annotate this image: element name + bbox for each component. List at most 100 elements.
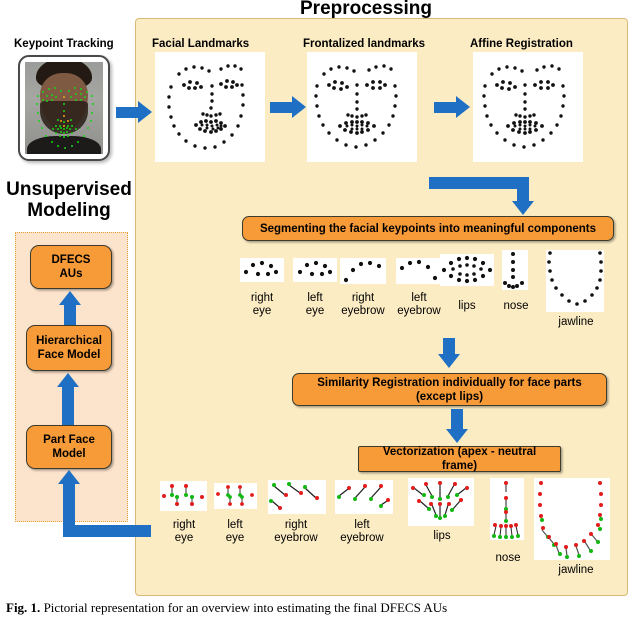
- face-keypoint-dot: [51, 128, 54, 131]
- preprocessing-title: Preprocessing: [300, 0, 432, 19]
- vector-lips-caption: lips: [433, 530, 451, 542]
- vector-left-eye-caption: left eye: [225, 519, 245, 544]
- vectorization-box[interactable]: Vectorization (apex - neutral frame): [358, 446, 561, 472]
- vector-left-eyebrow-caption: left eyebrow: [340, 519, 384, 544]
- face-keypoint-dot: [42, 98, 45, 101]
- part-face-model-box[interactable]: Part Face Model: [26, 425, 112, 469]
- segmented-nose-thumb: [502, 250, 528, 290]
- keypoint-tracking-image: [18, 55, 110, 161]
- face-keypoint-dot: [38, 119, 41, 122]
- face-keypoint-dot: [47, 87, 50, 90]
- vector-nose-caption: nose: [495, 552, 521, 564]
- face-keypoint-dot: [74, 86, 77, 89]
- segmenting-box[interactable]: Segmenting the facial keypoints into mea…: [242, 216, 614, 241]
- face-keypoint-dot: [71, 144, 74, 147]
- vector-nose-thumb: [490, 478, 524, 540]
- segmented-lips-caption: lips: [458, 300, 476, 312]
- face-keypoint-dot: [56, 119, 59, 122]
- arrow-vectorized-to-part-face: [52, 470, 152, 540]
- segmented-right-eyebrow-caption: right eyebrow: [341, 292, 385, 317]
- photo-torso: [26, 135, 102, 154]
- arrow-parts-to-similarity: [438, 338, 470, 370]
- face-keypoint-dot: [82, 134, 85, 137]
- face-photo: [25, 62, 103, 154]
- arrow-landmarks-to-frontalized: [270, 96, 306, 118]
- keypoint-tracking-title: Keypoint Tracking: [14, 38, 114, 50]
- segmenting-label: Segmenting the facial keypoints into mea…: [259, 222, 597, 235]
- face-keypoint-dot: [50, 98, 53, 101]
- face-keypoint-dot: [71, 131, 74, 134]
- arrow-hierarchical-to-dfecs: [59, 291, 90, 325]
- unsupervised-title-line1: Unsupervised: [6, 179, 132, 200]
- facial-landmarks-title: Facial Landmarks: [152, 38, 250, 50]
- dfecs-aus-label: DFECS AUs: [51, 254, 91, 280]
- face-keypoint-dot: [56, 144, 59, 147]
- face-keypoint-dot: [79, 98, 82, 101]
- similarity-label-line2: (except lips): [415, 390, 484, 403]
- frontalized-landmarks-plot: [307, 52, 417, 162]
- face-keypoint-dot: [63, 135, 66, 138]
- landmark-dots-affine: [482, 64, 566, 149]
- landmark-dots-tilted: [167, 64, 245, 150]
- face-keypoint-dot: [67, 134, 70, 137]
- vector-left-eye-thumb: [214, 483, 257, 509]
- vector-right-eyebrow-thumb: [268, 480, 326, 514]
- segmented-left-eyebrow-caption: left eyebrow: [397, 292, 441, 317]
- face-keypoint-dot: [67, 89, 70, 92]
- affine-registration-title: Affine Registration: [470, 38, 573, 50]
- segmented-right-eyebrow-thumb: [340, 258, 386, 284]
- segmented-left-eye-thumb: [293, 258, 337, 282]
- face-keypoint-dot: [60, 89, 63, 92]
- face-keypoint-dot: [86, 127, 89, 130]
- arrow-similarity-to-vectorization: [446, 409, 478, 445]
- face-keypoint-dot: [46, 99, 49, 102]
- face-keypoint-dot: [67, 124, 70, 127]
- face-keypoint-dot: [64, 146, 66, 149]
- landmark-dots-frontal: [314, 64, 398, 149]
- dfecs-aus-box[interactable]: DFECS AUs: [30, 245, 112, 289]
- arrow-photo-to-landmarks: [116, 101, 152, 123]
- face-keypoint-dot: [92, 103, 95, 106]
- vector-right-eye-thumb: [160, 481, 207, 511]
- face-keypoint-dot: [35, 103, 38, 106]
- figure-caption-text: Pictorial representation for an overview…: [43, 600, 448, 615]
- face-keypoint-dot: [63, 124, 66, 127]
- face-keypoint-dot: [91, 111, 94, 114]
- segmented-jawline-caption: jawline: [558, 316, 594, 328]
- arrow-part-to-hierarchical: [57, 373, 88, 427]
- face-keypoint-dot: [36, 95, 39, 98]
- hierarchical-face-model-box[interactable]: Hierarchical Face Model: [26, 325, 112, 371]
- segmented-right-eye-thumb: [240, 258, 284, 282]
- face-keypoint-dot: [74, 98, 77, 101]
- part-face-model-label: Part Face Model: [43, 434, 95, 460]
- facial-landmarks-plot: [155, 52, 265, 162]
- arrow-frontalized-to-affine: [434, 96, 470, 118]
- similarity-registration-box[interactable]: Similarity Registration individually for…: [292, 373, 607, 406]
- vector-right-eye-caption: right eye: [172, 519, 196, 544]
- face-keypoint-dot: [91, 95, 94, 98]
- face-keypoint-dot: [53, 86, 56, 89]
- similarity-label-line1: Similarity Registration individually for…: [317, 376, 582, 389]
- unsupervised-modeling-title: Unsupervised Modeling: [4, 179, 134, 221]
- face-keypoint-dot: [41, 127, 44, 130]
- vector-jawline-caption: jawline: [558, 564, 594, 576]
- frontalized-landmarks-title: Frontalized landmarks: [303, 38, 426, 50]
- figure-caption-label: Fig. 1.: [6, 600, 41, 615]
- segmented-lips-thumb: [440, 254, 494, 286]
- segmented-jawline-thumb: [546, 250, 604, 312]
- face-keypoint-dot: [36, 111, 39, 114]
- vector-left-eyebrow-thumb: [335, 480, 393, 514]
- face-keypoint-dot: [50, 94, 53, 97]
- vectorization-label: Vectorization (apex - neutral frame): [382, 446, 537, 472]
- vector-jawline-thumb: [534, 478, 610, 560]
- affine-registration-plot: [473, 52, 583, 162]
- figure-caption: Fig. 1. Pictorial representation for an …: [6, 600, 636, 616]
- unsupervised-title-line2: Modeling: [27, 200, 111, 221]
- arrow-affine-to-segmenting: [424, 177, 534, 217]
- face-keypoint-dot: [79, 93, 82, 96]
- face-keypoint-dot: [50, 141, 53, 144]
- segmented-nose-caption: nose: [503, 300, 529, 312]
- segmented-right-eye-caption: right eye: [250, 292, 274, 317]
- vector-right-eyebrow-caption: right eyebrow: [274, 519, 318, 544]
- hierarchical-face-model-label: Hierarchical Face Model: [36, 335, 102, 361]
